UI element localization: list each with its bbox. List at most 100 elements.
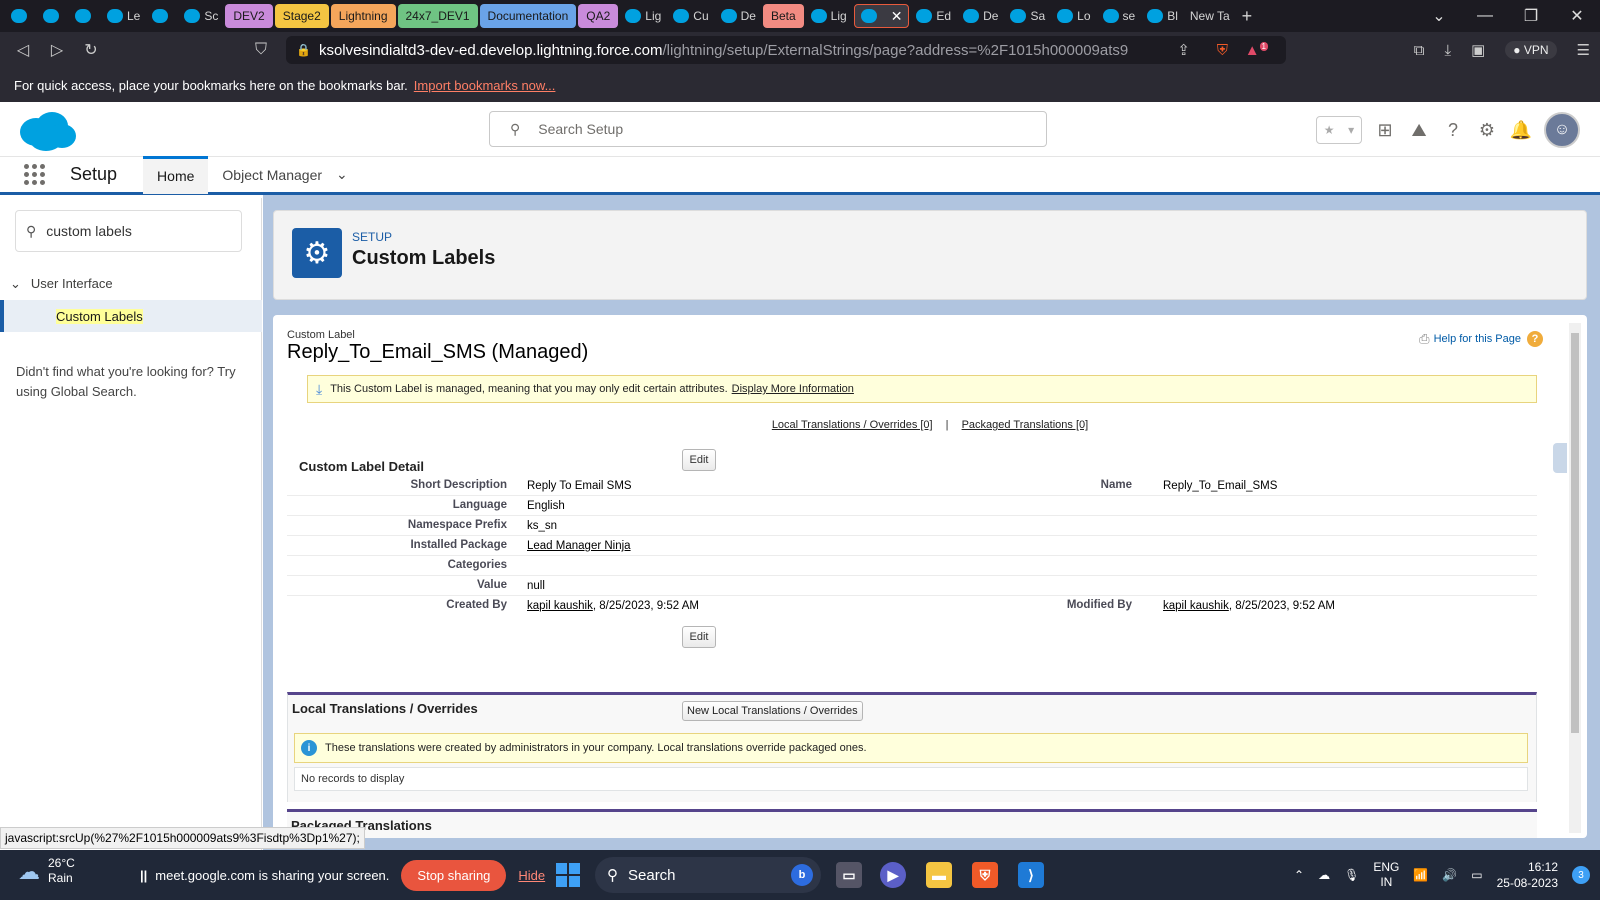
browser-tab[interactable]: De xyxy=(716,4,761,28)
address-bar[interactable]: 🔒 ksolvesindialtd3-dev-ed.develop.lightn… xyxy=(286,36,1286,64)
maximize-icon[interactable]: ❐ xyxy=(1508,6,1554,26)
extensions-icon[interactable]: ⧉ xyxy=(1414,42,1425,59)
help-for-page-link[interactable]: ⎙ Help for this Page ? xyxy=(1419,331,1543,347)
close-tab-icon[interactable]: ✕ xyxy=(891,8,903,25)
browser-tab[interactable]: Lig xyxy=(620,4,666,28)
app-launcher-icon[interactable] xyxy=(24,163,48,186)
file-explorer-icon[interactable]: ▬ xyxy=(926,862,952,888)
browser-tab[interactable]: Cu xyxy=(668,4,713,28)
chevron-down-icon[interactable]: ⌄ xyxy=(336,166,348,183)
browser-tab[interactable] xyxy=(147,4,177,28)
browser-tab[interactable]: Sc xyxy=(179,4,223,28)
avatar[interactable]: ☺ xyxy=(1544,112,1580,148)
wifi-icon[interactable]: 📶 xyxy=(1413,868,1428,882)
brave-browser-icon[interactable]: ⛨ xyxy=(972,862,998,888)
reload-icon[interactable]: ↻ xyxy=(74,40,108,60)
wallet-icon[interactable]: ▣ xyxy=(1471,41,1485,59)
hide-share-bar-button[interactable]: Hide xyxy=(518,868,545,883)
help-question-icon[interactable]: ? xyxy=(1527,331,1543,347)
browser-tab[interactable]: DEV2 xyxy=(225,4,273,28)
browser-tab[interactable]: New Ta xyxy=(1185,4,1235,28)
new-local-translation-button[interactable]: New Local Translations / Overrides xyxy=(682,701,863,721)
bing-icon[interactable]: b xyxy=(791,864,813,886)
help-link-text[interactable]: Help for this Page xyxy=(1434,333,1521,345)
installed-package-link[interactable]: Lead Manager Ninja xyxy=(527,540,631,552)
search-setup-input[interactable]: ⚲ Search Setup xyxy=(489,111,1047,147)
modified-by-user-link[interactable]: kapil kaushik xyxy=(1163,600,1229,612)
browser-tab[interactable]: Stage2 xyxy=(274,4,329,28)
tab-object-manager[interactable]: Object Manager ⌄ xyxy=(208,156,361,194)
minimize-icon[interactable]: — xyxy=(1462,7,1508,25)
local-translations-section: Local Translations / Overrides New Local… xyxy=(287,692,1537,802)
browser-tab-label: Lig xyxy=(830,9,847,23)
created-by-user-link[interactable]: kapil kaushik xyxy=(527,600,593,612)
display-more-info-link[interactable]: Display More Information xyxy=(732,383,854,395)
browser-tab[interactable]: 24x7_DEV1 xyxy=(397,4,478,28)
language-indicator[interactable]: ENG IN xyxy=(1373,860,1399,890)
packaged-translations-link[interactable]: Packaged Translations [0] xyxy=(962,419,1089,431)
browser-tab[interactable] xyxy=(38,4,68,28)
chevron-up-icon[interactable]: ⌃ xyxy=(1294,868,1304,882)
menu-icon[interactable]: ☰ xyxy=(1577,41,1590,59)
bookmark-page-icon[interactable]: ⛉ xyxy=(244,41,278,59)
browser-tab[interactable] xyxy=(6,4,36,28)
notifications-bell-icon[interactable]: 🔔 xyxy=(1510,119,1532,141)
teams-chat-icon[interactable]: ▶ xyxy=(880,862,906,888)
battery-icon[interactable]: ▭ xyxy=(1471,868,1482,882)
browser-tab[interactable]: Le xyxy=(102,4,145,28)
browser-tab[interactable]: Ed xyxy=(911,4,956,28)
collapse-handle[interactable] xyxy=(1553,443,1567,473)
salesforce-logo-icon[interactable] xyxy=(16,110,78,152)
browser-tab[interactable]: se xyxy=(1098,4,1141,28)
notification-badge[interactable]: 3 xyxy=(1572,866,1590,884)
brave-rewards-icon[interactable]: ▲ 1 xyxy=(1245,41,1268,59)
clock[interactable]: 16:12 25-08-2023 xyxy=(1497,859,1558,891)
browser-tab[interactable]: Bl xyxy=(1142,4,1183,28)
edit-button-bottom[interactable]: Edit xyxy=(682,626,716,648)
tab-list-icon[interactable]: ⌄ xyxy=(1416,6,1462,26)
browser-tab[interactable]: Documentation xyxy=(479,4,577,28)
gear-icon[interactable]: ⚙ xyxy=(1476,119,1498,141)
stop-sharing-button[interactable]: Stop sharing xyxy=(401,859,507,891)
import-bookmarks-link[interactable]: Import bookmarks now... xyxy=(414,78,556,93)
task-view-icon[interactable]: ▭ xyxy=(836,862,862,888)
browser-tab[interactable]: QA2 xyxy=(578,4,619,28)
taskbar-search[interactable]: ⚲ Search b xyxy=(595,857,821,893)
favorites-button[interactable]: ★ ▾ xyxy=(1316,116,1362,144)
tab-home[interactable]: Home xyxy=(143,155,209,194)
weather-widget[interactable]: ☁ 26°C Rain xyxy=(18,856,75,886)
windows-start-icon[interactable] xyxy=(556,863,580,887)
back-icon[interactable]: ◁ xyxy=(6,40,40,60)
onedrive-icon[interactable]: ☁ xyxy=(1318,868,1330,882)
close-window-icon[interactable]: ✕ xyxy=(1554,6,1600,26)
browser-tab[interactable]: Lig xyxy=(806,4,852,28)
forward-icon[interactable]: ▷ xyxy=(40,40,74,60)
vscode-icon[interactable]: ⟩ xyxy=(1018,862,1044,888)
browser-tab[interactable]: Lightning xyxy=(330,4,396,28)
browser-tab[interactable]: ✕ xyxy=(853,4,910,28)
share-icon[interactable]: ⇪ xyxy=(1177,41,1190,59)
browser-tab-label: De xyxy=(983,9,999,23)
browser-tab[interactable]: Sa xyxy=(1005,4,1050,28)
help-icon[interactable]: ? xyxy=(1442,119,1464,141)
quick-find-input[interactable]: ⚲ custom labels xyxy=(15,210,242,252)
scrollbar[interactable] xyxy=(1569,323,1581,833)
brave-shields-icon[interactable]: ⛨ xyxy=(1217,42,1228,59)
trailhead-icon[interactable]: ⛰ xyxy=(1408,119,1430,141)
local-translations-link[interactable]: Local Translations / Overrides [0] xyxy=(772,419,933,431)
microphone-icon[interactable]: 🎙 xyxy=(1344,868,1359,882)
tree-node-custom-labels[interactable]: Custom Labels xyxy=(0,300,262,332)
scrollbar-thumb[interactable] xyxy=(1571,333,1579,733)
printer-icon[interactable]: ⎙ xyxy=(1419,331,1429,347)
browser-tab[interactable]: De xyxy=(958,4,1003,28)
volume-icon[interactable]: 🔊 xyxy=(1442,868,1457,882)
global-actions-icon[interactable]: ⊞ xyxy=(1374,119,1396,141)
browser-tab[interactable] xyxy=(70,4,100,28)
new-tab-icon[interactable]: + xyxy=(1237,4,1258,28)
vpn-button[interactable]: ● VPN xyxy=(1505,41,1557,59)
browser-tab[interactable]: Lo xyxy=(1052,4,1095,28)
tree-node-user-interface[interactable]: ⌄ User Interface xyxy=(10,276,123,292)
browser-tab[interactable]: Beta xyxy=(762,4,804,28)
edit-button-top[interactable]: Edit xyxy=(682,449,716,471)
downloads-icon[interactable]: ⤓ xyxy=(1444,42,1451,59)
